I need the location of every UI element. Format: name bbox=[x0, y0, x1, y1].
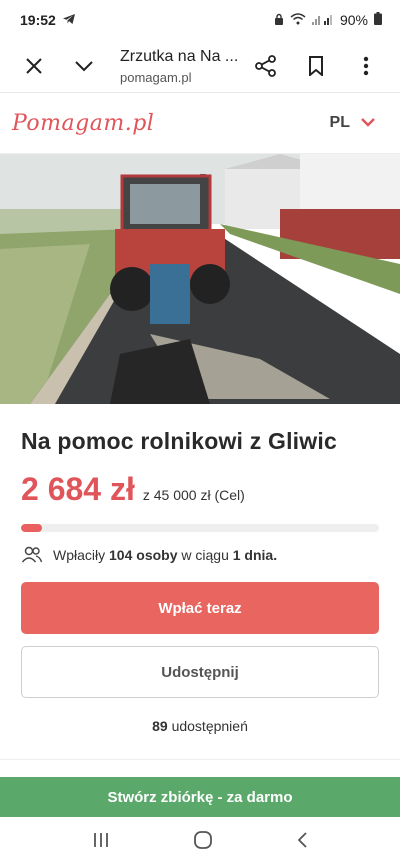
language-selector[interactable]: PL bbox=[330, 114, 388, 132]
more-vert-icon[interactable] bbox=[346, 46, 386, 86]
donors-count: 104 osoby bbox=[109, 547, 178, 563]
battery-icon bbox=[374, 12, 382, 28]
progress-fill bbox=[21, 524, 43, 532]
campaign-image bbox=[0, 154, 400, 404]
goal-amount: z 45 000 zł (Cel) bbox=[142, 487, 245, 503]
home-icon[interactable] bbox=[193, 830, 213, 855]
wifi-icon bbox=[290, 12, 306, 28]
status-time: 19:52 bbox=[20, 12, 56, 28]
donors-mid: w ciągu bbox=[177, 547, 233, 563]
site-logo[interactable]: Pomagam.pl bbox=[12, 111, 154, 136]
shares-count: 89 udostępnień bbox=[21, 718, 379, 734]
donate-button[interactable]: Wpłać teraz bbox=[21, 582, 379, 634]
share-icon[interactable] bbox=[246, 46, 286, 86]
bookmark-icon[interactable] bbox=[296, 46, 336, 86]
divider bbox=[0, 759, 400, 760]
donors-info: Wpłaciły 104 osoby w ciągu 1 dnia. bbox=[21, 546, 379, 564]
browser-toolbar: Zrzutka na Na ... pomagam.pl bbox=[0, 40, 400, 92]
progress-bar bbox=[21, 524, 379, 532]
recents-icon[interactable] bbox=[92, 832, 110, 853]
telegram-icon bbox=[62, 12, 76, 28]
donors-days: 1 dnia. bbox=[232, 547, 278, 563]
chevron-down-icon bbox=[360, 114, 376, 132]
battery-percent: 90% bbox=[339, 12, 368, 28]
status-bar: 19:52 90% bbox=[0, 0, 400, 40]
share-button[interactable]: Udostępnij bbox=[21, 646, 379, 698]
language-label: PL bbox=[329, 114, 350, 131]
create-fundraiser-button[interactable]: Stwórz zbiórkę - za darmo bbox=[0, 777, 400, 817]
signal-icon bbox=[311, 12, 334, 28]
lock-icon bbox=[274, 12, 284, 28]
raised-amount: 2 684 zł bbox=[21, 471, 135, 507]
donors-text: Wpłaciły 104 osoby w ciągu 1 dnia. bbox=[53, 547, 277, 563]
system-nav-bar bbox=[0, 817, 400, 867]
browser-page-title[interactable]: Zrzutka na Na ... pomagam.pl bbox=[104, 47, 246, 86]
campaign-title: Na pomoc rolnikowi z Gliwic bbox=[21, 428, 337, 454]
page-title: Zrzutka na Na ... bbox=[120, 47, 239, 65]
back-icon[interactable] bbox=[296, 831, 308, 854]
campaign-content: Na pomoc rolnikowi z Gliwic 2 684 zł z 4… bbox=[0, 404, 400, 734]
close-icon[interactable] bbox=[14, 46, 54, 86]
chevron-down-icon[interactable] bbox=[64, 46, 104, 86]
donors-prefix: Wpłaciły bbox=[53, 547, 110, 563]
amount-row: 2 684 zł z 45 000 zł (Cel) bbox=[21, 471, 379, 508]
shares-label: udostępnień bbox=[167, 718, 248, 734]
people-icon bbox=[21, 546, 43, 564]
page-domain: pomagam.pl bbox=[120, 69, 192, 85]
shares-number: 89 bbox=[152, 718, 168, 734]
site-header: Pomagam.pl PL bbox=[0, 92, 400, 154]
